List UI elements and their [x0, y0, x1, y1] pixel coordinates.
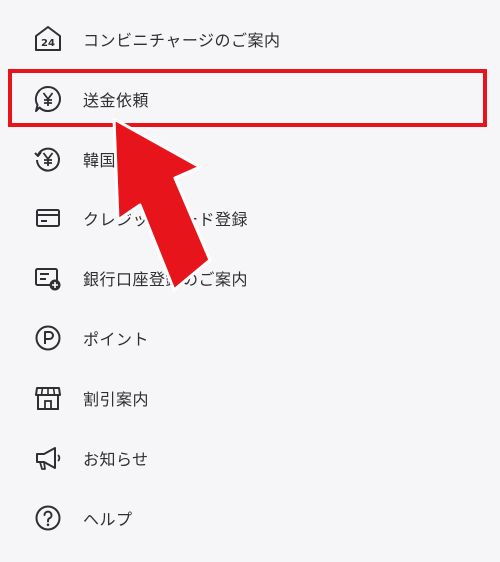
menu-item-label: ヘルプ — [83, 510, 133, 529]
bank-card-add-icon — [33, 263, 63, 293]
menu-item-label: 銀行口座登録のご案内 — [83, 270, 249, 289]
menu-item-credit-card[interactable]: クレジットカード登録 — [0, 188, 500, 248]
menu-item-notices[interactable]: お知らせ — [0, 428, 500, 488]
megaphone-icon — [33, 443, 63, 473]
menu-item-label: 韓国への送金 — [83, 151, 183, 170]
storefront-icon — [33, 383, 63, 413]
menu-item-discounts[interactable]: 割引案内 — [0, 368, 500, 428]
help-question-icon — [33, 503, 63, 533]
menu-item-label: クレジットカード登録 — [83, 210, 249, 229]
credit-card-icon — [33, 203, 63, 233]
menu-item-label: ポイント — [83, 330, 150, 349]
menu-item-korea-remittance[interactable]: 韓国への送金 — [0, 129, 500, 189]
menu-item-label: コンビニチャージのご案内 — [83, 31, 281, 50]
point-p-icon — [33, 323, 63, 353]
menu-item-convenience-charge[interactable]: 24 コンビニチャージのご案内 — [0, 9, 500, 69]
yen-speech-bubble-icon — [33, 84, 63, 114]
menu-item-payment-request[interactable]: 送金依頼 — [0, 69, 500, 129]
menu-item-label: 割引案内 — [83, 390, 150, 409]
yen-refresh-icon — [33, 144, 63, 174]
menu-item-bank-account[interactable]: 銀行口座登録のご案内 — [0, 248, 500, 308]
menu-item-label: お知らせ — [83, 450, 149, 469]
side-menu: 24 コンビニチャージのご案内 送金依頼 韓国への送金 クレジットカード登録 銀… — [0, 0, 500, 562]
menu-item-help[interactable]: ヘルプ — [0, 488, 500, 548]
convenience-store-24-icon: 24 — [33, 24, 63, 54]
menu-item-points[interactable]: ポイント — [0, 308, 500, 368]
menu-item-label: 送金依頼 — [83, 91, 150, 110]
svg-text:24: 24 — [41, 38, 55, 49]
